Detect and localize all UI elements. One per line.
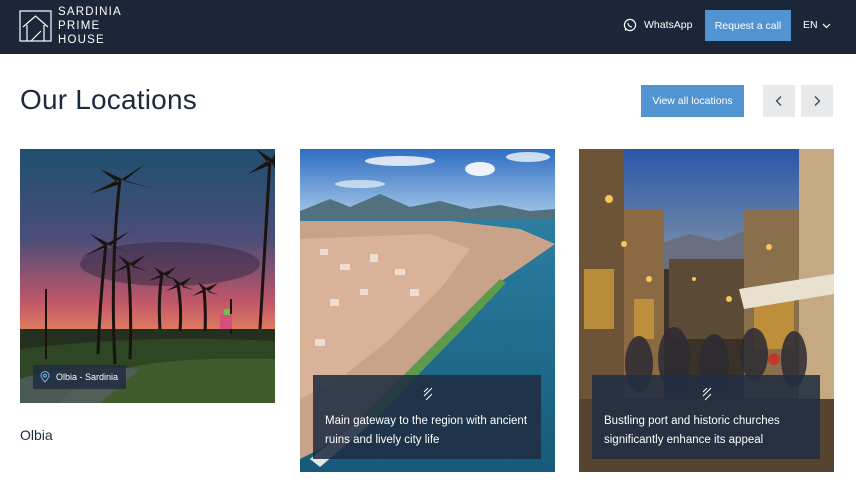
card-description: Bustling port and historic churches sign… [604,415,780,446]
brand-logo[interactable]: SARDINIA PRIME HOUSE [19,6,149,46]
chevron-right-icon [814,96,821,106]
whatsapp-icon [623,18,637,32]
nav-contacts[interactable]: CONTACTS [233,0,320,17]
next-button[interactable] [801,85,833,117]
card-description-box: Main gateway to the region with ancient … [313,375,541,459]
house-outline-logo-icon [19,10,52,42]
page-title: Our Locations [20,84,197,115]
diagonal-lines-icon [423,387,433,401]
site-header: SARDINIA PRIME HOUSE HOME LOCATIONS ABOU… [0,0,856,54]
brand-name: SARDINIA PRIME HOUSE [58,5,149,47]
location-card-3[interactable]: Bustling port and historic churches sign… [579,149,834,472]
brand-line-1: SARDINIA [58,6,122,18]
language-selector[interactable]: EN [803,19,831,31]
chevron-left-icon [775,96,782,106]
chevron-down-icon [822,23,831,28]
location-card-2[interactable]: Main gateway to the region with ancient … [300,149,555,472]
whatsapp-label: WhatsApp [644,19,693,31]
nav-about-us[interactable]: ABOUT US [147,0,229,17]
language-label: EN [803,19,818,31]
diagonal-lines-icon [702,387,712,401]
prev-button[interactable] [763,85,795,117]
location-badge: Olbia - Sardinia [33,365,127,389]
whatsapp-link[interactable]: WhatsApp [623,18,692,32]
location-pin-icon [40,371,50,383]
card-title-olbia[interactable]: Olbia [20,427,53,443]
location-badge-label: Olbia - Sardinia [56,372,119,382]
view-all-locations-button[interactable]: View all locations [641,85,744,117]
location-card-olbia[interactable]: Olbia - Sardinia [20,149,275,403]
card-description: Main gateway to the region with ancient … [325,415,528,446]
brand-line-2: PRIME HOUSE [58,20,105,46]
card-description-box: Bustling port and historic churches sign… [592,375,820,459]
request-call-button[interactable]: Request a call [705,10,791,41]
